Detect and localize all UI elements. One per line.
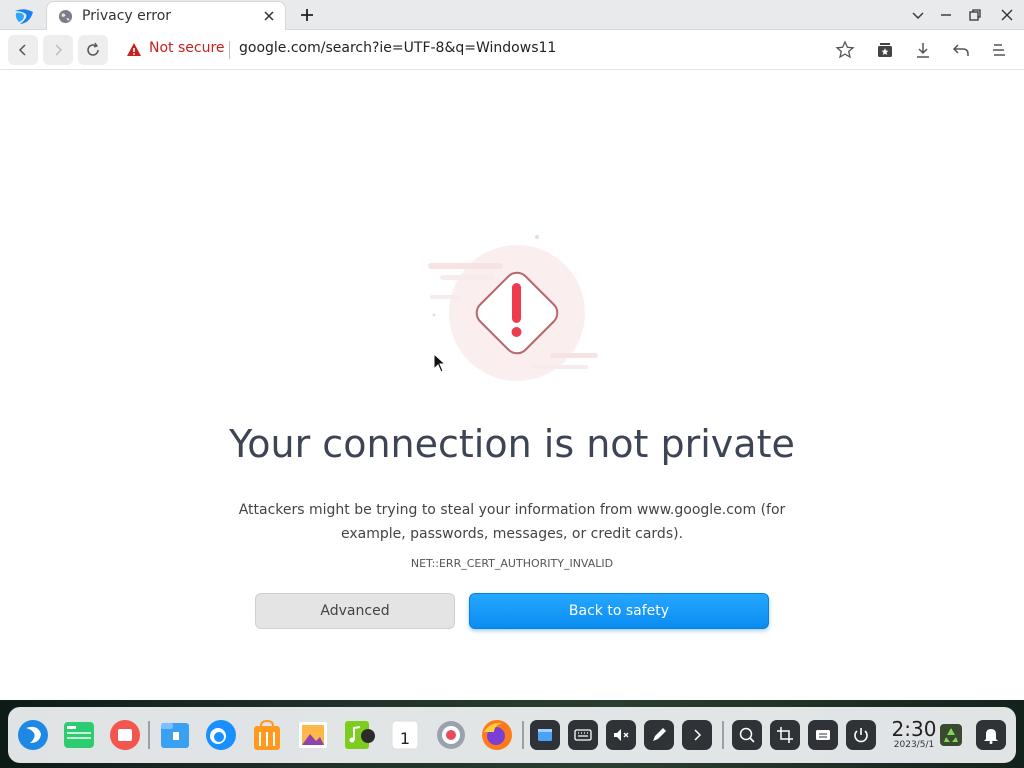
collections-icon[interactable] (875, 40, 895, 60)
reload-button[interactable] (78, 35, 108, 65)
pen-button[interactable] (644, 720, 674, 750)
image-viewer-icon[interactable] (296, 718, 330, 752)
menu-icon[interactable] (989, 40, 1009, 60)
clock-date: 2023/5/1 (893, 740, 935, 750)
screenshot-button[interactable] (770, 720, 800, 750)
browser-icon[interactable] (204, 718, 238, 752)
multitasking-icon[interactable] (62, 718, 96, 752)
window-switcher-button[interactable] (530, 720, 560, 750)
search-icon (739, 727, 755, 743)
settings-icon[interactable] (434, 718, 468, 752)
chevron-down-icon[interactable] (910, 7, 926, 23)
trash-icon[interactable] (938, 722, 964, 748)
expand-tray-button[interactable] (682, 720, 712, 750)
volume-button[interactable] (606, 720, 636, 750)
undo-icon[interactable] (951, 40, 971, 60)
keyboard-icon (816, 730, 830, 740)
launcher-icon[interactable] (16, 718, 50, 752)
download-icon[interactable] (913, 40, 933, 60)
globe-icon (58, 9, 73, 24)
restore-icon[interactable] (967, 7, 983, 23)
clock-time: 2:30 (891, 717, 937, 741)
chevron-right-icon (694, 729, 702, 741)
close-icon[interactable] (261, 8, 277, 24)
screen-recorder-icon[interactable] (108, 718, 142, 752)
security-label: Not secure (149, 40, 225, 56)
error-code: NET::ERR_CERT_AUTHORITY_INVALID (410, 557, 614, 570)
bell-icon (984, 729, 998, 744)
forward-button[interactable] (43, 35, 73, 65)
tab-privacy-error[interactable]: Privacy error (46, 1, 286, 31)
url-field[interactable]: google.com/search?ie=UTF-8&q=Windows11 (239, 40, 556, 56)
volume-muted-icon (614, 729, 629, 741)
svg-text:1: 1 (400, 729, 410, 748)
power-icon (854, 728, 868, 743)
dock-separator (522, 721, 524, 749)
search-button[interactable] (732, 720, 762, 750)
title-bar: Privacy error (0, 0, 1024, 31)
advanced-button[interactable]: Advanced (255, 593, 455, 629)
dock-separator (722, 721, 724, 749)
tab-title: Privacy error (82, 8, 172, 24)
error-heading: Your connection is not private (229, 422, 795, 466)
back-to-safety-button[interactable]: Back to safety (469, 593, 769, 629)
taskbar: 1 2:30 2023/5/1 (8, 707, 1016, 763)
address-toolbar: Not secure google.com/search?ie=UTF-8&q=… (0, 30, 1024, 70)
plus-icon[interactable] (298, 6, 316, 24)
mouse-cursor-icon (433, 353, 447, 373)
warning-icon (127, 43, 141, 56)
onscreen-keyboard-button[interactable] (808, 720, 838, 750)
back-button[interactable] (8, 35, 38, 65)
error-illustration (428, 235, 598, 381)
window-icon (538, 729, 552, 741)
power-button[interactable] (846, 720, 876, 750)
file-manager-icon[interactable] (158, 718, 192, 752)
firefox-icon[interactable] (480, 718, 514, 752)
clock[interactable]: 2:30 2023/5/1 (886, 719, 942, 751)
pen-icon (653, 728, 666, 741)
reload-icon (87, 42, 99, 56)
browser-logo-icon (15, 9, 33, 24)
crop-icon (777, 727, 793, 743)
window-close-icon[interactable] (999, 7, 1015, 23)
app-store-icon[interactable] (250, 718, 284, 752)
back-icon (18, 44, 26, 56)
calendar-icon[interactable]: 1 (388, 718, 422, 752)
star-icon[interactable] (835, 40, 855, 60)
keyboard-button[interactable] (568, 720, 598, 750)
minimize-icon[interactable] (938, 7, 954, 23)
dock-separator (148, 721, 150, 749)
error-description: Attackers might be trying to steal your … (238, 502, 786, 542)
address-divider (229, 41, 230, 59)
forward-icon (55, 44, 63, 56)
notifications-button[interactable] (976, 720, 1006, 750)
music-icon[interactable] (342, 718, 376, 752)
keyboard-icon (574, 729, 592, 741)
